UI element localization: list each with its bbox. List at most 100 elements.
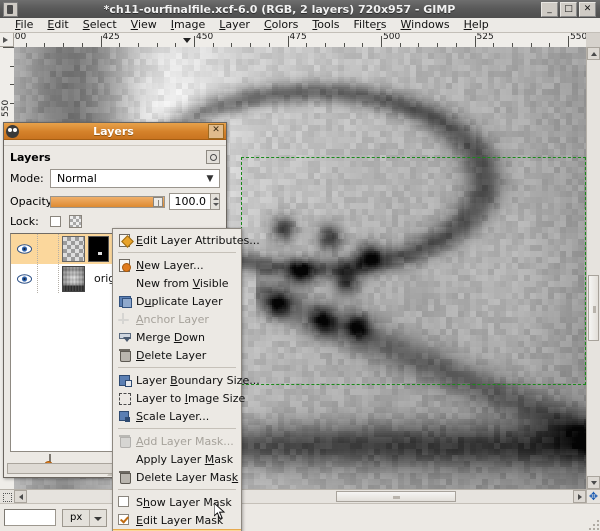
pointer-position-field[interactable] [4, 509, 56, 526]
menu-item-delete-layer-mask[interactable]: Delete Layer Mask [113, 468, 241, 486]
menu-item-delete-layer[interactable]: Delete Layer [113, 346, 241, 364]
window-titlebar: *ch11-ourfinalfile.xcf-6.0 (RGB, 2 layer… [0, 0, 600, 19]
menu-item-anchor-layer: Anchor Layer [113, 310, 241, 328]
scroll-left-arrow-icon[interactable] [14, 490, 27, 503]
dialog-menu-icon[interactable] [206, 150, 220, 164]
layer-thumbnail-group [59, 235, 109, 262]
scroll-down-arrow-icon[interactable] [587, 476, 600, 489]
status-bar: px (11.0 MB) [0, 503, 600, 531]
menu-item-label: Delete Layer [136, 348, 207, 362]
opacity-slider-fill [51, 196, 164, 207]
none [117, 452, 132, 466]
menu-item-label: Add Layer Mask... [136, 434, 234, 448]
menu-item-duplicate-layer[interactable]: Duplicate Layer [113, 292, 241, 310]
menu-item-label: Scale Layer... [136, 409, 210, 423]
scroll-right-arrow-icon[interactable] [573, 490, 586, 503]
gimp-window-icon [3, 1, 18, 17]
maximize-button[interactable]: □ [560, 1, 577, 17]
layer-visibility-toggle[interactable] [11, 234, 38, 263]
canvas-vertical-scrollbar[interactable] [586, 47, 600, 489]
menu-separator [118, 428, 236, 429]
close-button[interactable]: ✕ [579, 1, 596, 17]
lock-label: Lock: [10, 215, 39, 228]
menu-item-label: Show Layer Mask [136, 495, 232, 509]
menu-separator [118, 367, 236, 368]
opacity-value-field[interactable]: 100.0 [169, 193, 211, 210]
unit-selector[interactable]: px [62, 508, 108, 527]
edit-attributes-icon [117, 233, 134, 248]
navigation-preview-icon[interactable]: ✥ [586, 489, 600, 503]
menu-image[interactable]: Image [164, 18, 212, 32]
opacity-stepper[interactable] [211, 193, 220, 210]
pointer-position-marker [183, 38, 191, 43]
menu-colors[interactable]: Colors [257, 18, 305, 32]
menu-item-scale-layer[interactable]: Scale Layer... [113, 407, 241, 425]
layer-thumbnail[interactable] [62, 265, 85, 292]
layer-thumbnail[interactable] [62, 235, 85, 262]
ruler-label: 500 [383, 33, 401, 42]
menu-tools[interactable]: Tools [305, 18, 346, 32]
layer-mask-thumbnail[interactable] [88, 235, 109, 262]
ruler-origin-button[interactable] [0, 33, 14, 47]
opacity-slider[interactable] [50, 195, 165, 208]
quick-mask-toggle-icon[interactable] [0, 489, 14, 503]
unit-selector-value: px [70, 512, 83, 523]
menu-view[interactable]: View [124, 18, 164, 32]
menu-separator [118, 489, 236, 490]
layer-mode-select[interactable]: Normal ▼ [50, 169, 220, 188]
opacity-slider-handle[interactable] [153, 196, 163, 207]
menu-item-apply-layer-mask[interactable]: Apply Layer Mask [113, 450, 241, 468]
layers-dialog-close-button[interactable]: ✕ [208, 123, 224, 139]
menu-item-label: Delete Layer Mask [136, 470, 239, 484]
canvas-horizontal-scrollbar[interactable] [14, 489, 586, 503]
layers-dialog-title: Layers [93, 124, 134, 138]
menu-layer[interactable]: Layer [212, 18, 257, 32]
trash-icon [117, 348, 132, 362]
ruler-label: 525 [476, 33, 494, 42]
new-layer-icon [117, 258, 132, 272]
layer-visibility-toggle[interactable] [11, 264, 38, 293]
image-size-icon [117, 391, 132, 405]
menu-edit[interactable]: Edit [40, 18, 75, 32]
none [117, 276, 132, 290]
wilber-icon [6, 124, 19, 138]
ruler-label: 400 [14, 33, 27, 42]
vertical-scroll-thumb[interactable] [588, 275, 599, 341]
menu-item-edit-layer-attributes[interactable]: Edit Layer Attributes... [113, 231, 260, 249]
menu-item-show-layer-mask[interactable]: Show Layer Mask [113, 493, 241, 511]
menu-item-add-layer-mask: Add Layer Mask... [113, 432, 241, 450]
opacity-label: Opacity: [10, 195, 56, 208]
checkbox-icon [117, 495, 132, 509]
layer-lock-row: Lock: [10, 215, 220, 228]
layer-mode-value: Normal [57, 172, 97, 185]
layer-link-toggle[interactable] [38, 234, 59, 263]
ruler-label: 550 [1, 99, 11, 117]
scroll-up-arrow-icon[interactable] [587, 47, 600, 60]
menu-item-edit-layer-mask[interactable]: Edit Layer Mask [113, 511, 241, 529]
menu-help[interactable]: Help [457, 18, 496, 32]
menu-file[interactable]: File [8, 18, 40, 32]
menu-item-new-from-visible[interactable]: New from Visible [113, 274, 241, 292]
ruler-label: 425 [102, 33, 120, 42]
minimize-button[interactable]: _ [541, 1, 558, 17]
mode-label: Mode: [10, 172, 44, 185]
menu-item-label: New Layer... [136, 258, 204, 272]
menu-item-label: Merge Down [136, 330, 206, 344]
ruler-label: 550 [570, 33, 586, 42]
layer-link-toggle[interactable] [38, 264, 59, 293]
menu-item-merge-down[interactable]: Merge Down [113, 328, 241, 346]
menu-filters[interactable]: Filters [347, 18, 394, 32]
menu-windows[interactable]: Windows [394, 18, 457, 32]
menu-item-label: Layer Boundary Size... [136, 373, 260, 387]
horizontal-ruler[interactable]: 400 425 450 475 500 525 550 [14, 33, 586, 48]
menu-item-layer-boundary-size[interactable]: Layer Boundary Size... [113, 371, 260, 389]
lock-pixels-checkbox[interactable] [50, 216, 61, 227]
window-title: *ch11-ourfinalfile.xcf-6.0 (RGB, 2 layer… [103, 2, 456, 16]
horizontal-scroll-thumb[interactable] [336, 491, 456, 502]
lock-alpha-checkbox[interactable] [69, 215, 82, 228]
menu-item-new-layer[interactable]: New Layer... [113, 256, 241, 274]
window-controls: _ □ ✕ [541, 1, 596, 17]
window-resize-grip[interactable] [587, 518, 599, 530]
menu-select[interactable]: Select [76, 18, 124, 32]
menu-item-layer-to-image-size[interactable]: Layer to Image Size [113, 389, 245, 407]
